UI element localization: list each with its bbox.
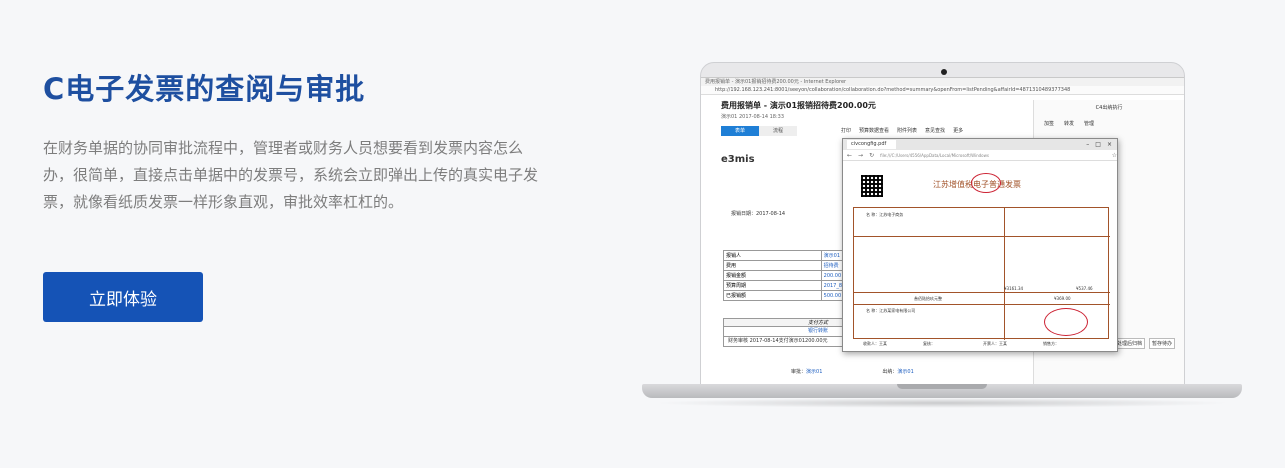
row-label: 报销人 bbox=[723, 250, 822, 261]
budget-view-button[interactable]: 预算数据查看 bbox=[859, 127, 889, 134]
window-controls: – □ × bbox=[1086, 141, 1117, 148]
approval-footer: 审批：演示01 出纳：演示01 bbox=[791, 368, 914, 375]
divider bbox=[854, 304, 1110, 305]
pdf-tab-bar: civcongfig.pdf – □ × bbox=[843, 139, 1117, 150]
tab-form[interactable]: 表单 bbox=[721, 126, 759, 136]
opinion-search-button[interactable]: 意见查找 bbox=[925, 127, 945, 134]
hero-title: C电子发票的查阅与审批 bbox=[43, 72, 366, 106]
pdf-url[interactable]: file:///C:/Users/4556/AppData/Local/Micr… bbox=[880, 153, 1106, 158]
payee: 收款人：王某 bbox=[863, 341, 887, 346]
hero-description: 在财务单据的协同审批流程中，管理者或财务人员想要看到发票内容怎么办，很简单，直接… bbox=[43, 139, 539, 211]
cashier-value: 演示01 bbox=[897, 369, 914, 375]
browser-title-bar: 费用报销单 - 演示01报销招待费200.00元 - Internet Expl… bbox=[701, 78, 1184, 86]
divider bbox=[854, 292, 1110, 293]
e-invoice: 江苏增值税电子普通发票 名 称：江苏电子商务 ¥3161.34 ¥537.46 … bbox=[853, 167, 1110, 349]
invoice-total: ¥3161.34 bbox=[1004, 286, 1024, 291]
seller-label: 销售方： bbox=[1043, 341, 1059, 346]
row-label: 预算周期 bbox=[723, 280, 822, 291]
laptop-base bbox=[642, 384, 1242, 398]
drawer: 开票人：王某 bbox=[983, 341, 1007, 346]
pdf-nav-bar: ← → ↻ file:///C:/Users/4556/AppData/Loca… bbox=[843, 150, 1117, 161]
add-sign-button[interactable]: 加签 bbox=[1044, 120, 1054, 127]
company-logo: e3mis bbox=[721, 154, 755, 165]
invoice-amount: ¥369.00 bbox=[1054, 296, 1071, 301]
pdf-viewer-popup: civcongfig.pdf – □ × ← → ↻ file:///C:/Us… bbox=[842, 138, 1118, 352]
star-icon[interactable]: ☆ bbox=[1112, 152, 1117, 159]
attachments-button[interactable]: 附件列表 bbox=[897, 127, 917, 134]
workflow-panel-title: C4出纳执行 bbox=[1095, 105, 1123, 111]
invoice-body: 名 称：江苏电子商务 ¥3161.34 ¥537.46 叁佰陆拾玖元整 ¥369… bbox=[853, 207, 1110, 340]
amount-in-words: 叁佰陆拾玖元整 bbox=[914, 296, 942, 301]
form-subtitle: 演示01 2017-08-14 18:33 bbox=[721, 114, 785, 120]
row-label: 已报销额 bbox=[723, 290, 822, 301]
laptop-shadow bbox=[652, 398, 1232, 408]
refresh-icon[interactable]: ↻ bbox=[869, 152, 874, 159]
pdf-tab[interactable]: civcongfig.pdf bbox=[847, 140, 897, 149]
save-pending-button[interactable]: 暂存待办 bbox=[1149, 338, 1176, 349]
forward-button[interactable]: 转发 bbox=[1064, 120, 1074, 127]
print-button[interactable]: 打印 bbox=[841, 127, 851, 134]
archive-button[interactable]: 处理后归档 bbox=[1114, 338, 1146, 349]
qr-code-icon bbox=[861, 175, 883, 197]
seller-name: 名 称：江苏某家电有限公司 bbox=[866, 308, 916, 313]
maximize-icon[interactable]: □ bbox=[1095, 141, 1101, 148]
approver-label: 审批： bbox=[791, 369, 807, 375]
invoice-tax: ¥537.46 bbox=[1076, 286, 1093, 291]
laptop-screen: 费用报销单 - 演示01报销招待费200.00元 - Internet Expl… bbox=[701, 77, 1184, 385]
laptop-notch bbox=[897, 384, 987, 389]
laptop-lid: 费用报销单 - 演示01报销招待费200.00元 - Internet Expl… bbox=[700, 62, 1185, 385]
reviewer: 复核： bbox=[923, 341, 935, 346]
report-date: 报销日期：2017-08-14 bbox=[731, 211, 786, 217]
tab-flow[interactable]: 流程 bbox=[759, 126, 797, 136]
forward-icon[interactable]: → bbox=[858, 152, 863, 159]
workflow-buttons: 处理后归档 暂存待办 bbox=[1114, 338, 1176, 349]
close-icon[interactable]: × bbox=[1107, 141, 1112, 148]
laptop-mockup: 费用报销单 - 演示01报销招待费200.00元 - Internet Expl… bbox=[642, 62, 1242, 410]
back-icon[interactable]: ← bbox=[847, 152, 852, 159]
form-header: 费用报销单 - 演示01报销招待费200.00元 演示01 2017-08-14… bbox=[721, 100, 1031, 120]
form-tabs: 表单 流程 bbox=[721, 126, 797, 136]
form-title: 费用报销单 - 演示01报销招待费200.00元 bbox=[721, 101, 876, 110]
more-button[interactable]: 更多 bbox=[953, 127, 963, 134]
divider bbox=[1004, 208, 1005, 340]
invoice-stamp-seller bbox=[1044, 308, 1088, 336]
try-now-button[interactable]: 立即体验 bbox=[43, 272, 203, 322]
camera-dot bbox=[941, 69, 947, 75]
divider bbox=[854, 236, 1110, 237]
cashier-label: 出纳： bbox=[882, 369, 898, 375]
manage-button[interactable]: 管理 bbox=[1084, 120, 1094, 127]
browser-address-bar[interactable]: http://192.168.123.241:8001/seeyon/colla… bbox=[701, 86, 1184, 95]
row-label: 报销金额 bbox=[723, 270, 822, 281]
minimize-icon[interactable]: – bbox=[1086, 141, 1089, 148]
invoice-stamp-top bbox=[971, 173, 1001, 193]
approver-value: 演示01 bbox=[806, 369, 823, 375]
buyer-name: 名 称：江苏电子商务 bbox=[866, 212, 904, 217]
form-toolbar: 打印 预算数据查看 附件列表 意见查找 更多 bbox=[841, 127, 963, 134]
row-label: 费用 bbox=[723, 260, 822, 271]
workflow-actions: 加签 转发 管理 bbox=[1044, 120, 1094, 127]
